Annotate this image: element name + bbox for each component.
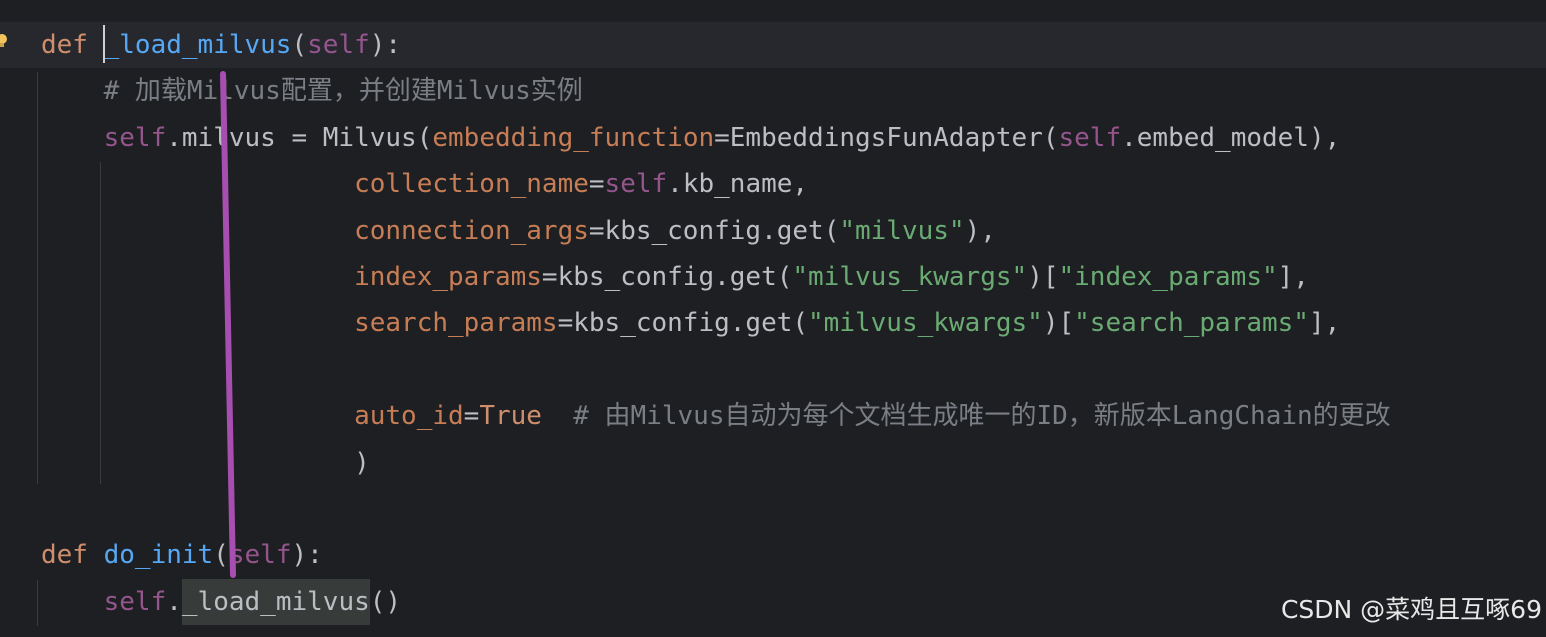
- code-token: .milvus = Milvus(: [166, 122, 433, 153]
- code-token: def: [41, 540, 104, 571]
- code-token: "search_params": [1074, 308, 1309, 339]
- code-token: embedding_function: [432, 122, 715, 153]
- code-token: .: [166, 586, 182, 617]
- code-token: ],: [1308, 308, 1341, 339]
- code-token: "milvus": [839, 215, 965, 246]
- code-token: ):: [291, 540, 323, 571]
- code-token: (): [369, 586, 402, 617]
- code-token: _load_milvus: [103, 30, 292, 60]
- code-line[interactable]: connection_args=kbs_config.get("milvus")…: [0, 208, 1546, 254]
- code-token: (: [213, 540, 229, 571]
- code-token: self: [103, 586, 167, 617]
- code-token: =: [463, 401, 480, 432]
- code-line[interactable]: def _load_milvus(self):: [0, 22, 1546, 68]
- code-line[interactable]: search_params=kbs_config.get("milvus_kwa…: [0, 300, 1546, 346]
- text-caret: [103, 25, 105, 63]
- code-token: .embed_model),: [1121, 122, 1341, 153]
- code-token: ),: [964, 215, 996, 246]
- code-token: )[: [1027, 262, 1059, 292]
- code-token: "milvus_kwargs": [808, 308, 1043, 339]
- code-token: self: [604, 169, 668, 200]
- code-line[interactable]: [0, 347, 1546, 393]
- code-token: self: [1058, 122, 1122, 153]
- code-token: search_params: [354, 308, 558, 339]
- code-token: True: [479, 401, 542, 432]
- code-token: ): [41, 447, 370, 478]
- code-token: "milvus_kwargs": [792, 262, 1028, 292]
- code-token: _load_milvus: [181, 578, 370, 625]
- code-token: self: [228, 540, 292, 571]
- code-token: auto_id: [354, 401, 464, 432]
- code-line[interactable]: [0, 486, 1546, 532]
- code-token: def: [41, 30, 104, 60]
- code-line[interactable]: # 加载Milvus配置，并创建Milvus实例: [0, 68, 1546, 114]
- code-token: self: [307, 30, 370, 60]
- code-line[interactable]: collection_name=self.kb_name,: [0, 161, 1546, 207]
- code-token: =EmbeddingsFunAdapter(: [714, 122, 1059, 153]
- code-token: .kb_name,: [667, 169, 809, 200]
- code-token: =kbs_config.get(: [541, 262, 793, 292]
- code-token: connection_args: [354, 215, 589, 246]
- code-token: index_params: [354, 262, 542, 292]
- code-token: # 加载Milvus配置，并创建Milvus实例: [41, 76, 583, 107]
- code-token: (: [291, 30, 308, 60]
- code-line[interactable]: self.milvus = Milvus(embedding_function=…: [0, 115, 1546, 161]
- watermark: CSDN @菜鸡且互啄69: [1280, 595, 1542, 624]
- code-token: do_init: [103, 540, 214, 571]
- code-editor[interactable]: def _load_milvus(self): # 加载Milvus配置，并创建…: [0, 0, 1546, 637]
- code-line[interactable]: auto_id=True # 由Milvus自动为每个文档生成唯一的ID，新版本…: [0, 393, 1546, 439]
- code-token: self: [103, 122, 167, 153]
- code-token: collection_name: [354, 169, 589, 200]
- code-token: ):: [369, 30, 402, 60]
- code-token: "index_params": [1058, 262, 1278, 292]
- code-token: ],: [1277, 262, 1309, 292]
- code-token: )[: [1042, 308, 1075, 339]
- code-token: =kbs_config.get(: [588, 215, 840, 246]
- intention-bulb-icon[interactable]: [0, 33, 8, 49]
- code-line[interactable]: index_params=kbs_config.get("milvus_kwar…: [0, 254, 1546, 300]
- code-line[interactable]: def do_init(self):: [0, 532, 1546, 578]
- code-line[interactable]: ): [0, 440, 1546, 486]
- code-token: # 由Milvus自动为每个文档生成唯一的ID，新版本LangChain的更改: [541, 401, 1391, 432]
- code-token: =: [588, 169, 605, 200]
- code-token: =kbs_config.get(: [557, 308, 809, 339]
